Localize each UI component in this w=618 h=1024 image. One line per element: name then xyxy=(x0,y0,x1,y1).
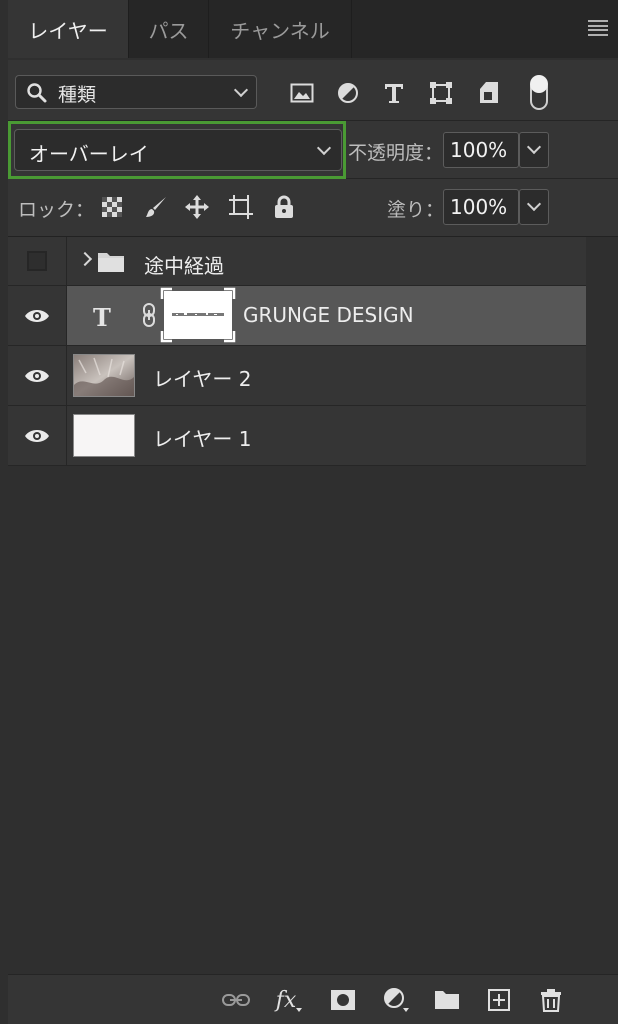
visibility-toggle[interactable] xyxy=(8,237,67,285)
tab-paths[interactable]: パス xyxy=(129,0,209,58)
tab-channels[interactable]: チャンネル xyxy=(209,0,352,58)
layer-row-group[interactable]: 途中経過 xyxy=(8,237,586,286)
chevron-right-icon[interactable] xyxy=(77,251,93,267)
visibility-hidden-box xyxy=(27,251,47,271)
eye-icon xyxy=(25,309,49,322)
chevron-down-icon xyxy=(526,139,542,155)
blend-mode-select[interactable]: オーバーレイ xyxy=(14,129,342,171)
layer-row-text[interactable]: T GRUNGE DESIGN xyxy=(8,286,586,346)
layer-name: 途中経過 xyxy=(144,254,224,278)
layer-style-fx-icon[interactable]: fx xyxy=(274,985,304,1015)
layer-thumbnail xyxy=(73,354,135,397)
search-icon xyxy=(26,82,48,108)
bottom-toolbar: fx xyxy=(8,974,618,1024)
new-adjustment-layer-icon[interactable] xyxy=(381,985,411,1015)
lock-position-move-icon[interactable] xyxy=(183,193,211,221)
panel-tabs: レイヤー パス チャンネル xyxy=(8,0,618,58)
mask-selection-frame xyxy=(160,287,236,343)
layer-row-image[interactable]: レイヤー 2 xyxy=(8,346,586,406)
lock-image-pixels-brush-icon[interactable] xyxy=(142,193,170,221)
chevron-down-icon xyxy=(316,140,332,156)
opacity-input[interactable]: 100% xyxy=(443,132,519,168)
layer-name: レイヤー 2 xyxy=(153,367,252,391)
layer-name: GRUNGE DESIGN xyxy=(243,303,414,327)
layers-panel: レイヤー パス チャンネル 種類 オーバーレイ 不透明度： 100% ロック： … xyxy=(0,0,618,1024)
blend-row: オーバーレイ 不透明度： 100% xyxy=(8,121,618,179)
fill-label: 塗り： xyxy=(387,199,445,221)
layer-row-image[interactable]: レイヤー 1 xyxy=(8,406,586,466)
eye-icon xyxy=(25,429,49,442)
folder-icon xyxy=(97,251,125,277)
fill-dropdown-button[interactable] xyxy=(519,189,549,225)
text-layer-icon: T xyxy=(93,303,111,332)
fill-input[interactable]: 100% xyxy=(443,189,519,225)
image-filter-icon[interactable] xyxy=(289,80,315,106)
visibility-toggle[interactable] xyxy=(8,406,67,465)
layers-list: 途中経過 T GRUNGE DESIGN レイヤー 2 レイヤー 1 xyxy=(8,237,586,466)
opacity-dropdown-button[interactable] xyxy=(519,132,549,168)
lock-label: ロック： xyxy=(18,199,95,221)
layer-thumbnail xyxy=(73,414,135,457)
add-mask-icon[interactable] xyxy=(328,985,358,1015)
smart-object-filter-icon[interactable] xyxy=(476,80,502,106)
tab-layers[interactable]: レイヤー xyxy=(8,0,129,58)
chevron-down-icon xyxy=(233,82,249,98)
shape-filter-icon[interactable] xyxy=(428,80,454,106)
lock-row: ロック： 塗り： 100% xyxy=(8,179,618,237)
filter-row: 種類 xyxy=(8,60,618,121)
filter-toggle-switch[interactable] xyxy=(530,75,548,110)
lock-artboard-icon[interactable] xyxy=(227,193,255,221)
blend-mode-value: オーバーレイ xyxy=(29,142,149,166)
scrollbar[interactable] xyxy=(586,237,618,973)
visibility-toggle[interactable] xyxy=(8,286,67,345)
chevron-down-icon xyxy=(526,196,542,212)
type-filter-icon[interactable] xyxy=(381,80,407,106)
opacity-label: 不透明度： xyxy=(348,142,444,164)
link-layers-icon[interactable] xyxy=(221,985,251,1015)
eye-icon xyxy=(25,369,49,382)
adjustment-filter-icon[interactable] xyxy=(335,80,361,106)
layer-name: レイヤー 1 xyxy=(153,427,252,451)
lock-transparent-pixels-icon[interactable] xyxy=(98,193,126,221)
link-icon[interactable] xyxy=(142,302,156,332)
panel-menu-icon[interactable] xyxy=(588,20,608,36)
filter-kind-label: 種類 xyxy=(58,84,97,106)
lock-all-icon[interactable] xyxy=(270,193,298,221)
visibility-toggle[interactable] xyxy=(8,346,67,405)
new-group-folder-icon[interactable] xyxy=(432,985,462,1015)
filter-kind-select[interactable]: 種類 xyxy=(15,75,257,109)
new-layer-icon[interactable] xyxy=(484,985,514,1015)
delete-layer-trash-icon[interactable] xyxy=(536,985,566,1015)
